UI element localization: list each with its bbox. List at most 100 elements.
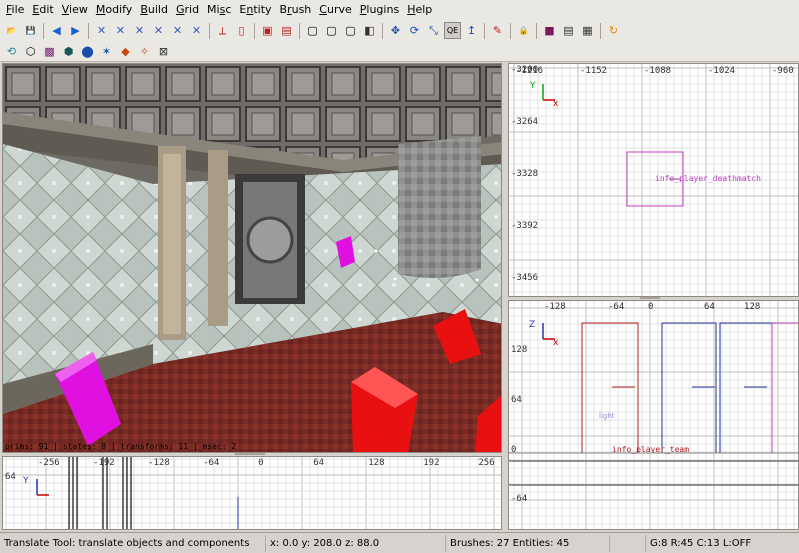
x-tick-label: -960 xyxy=(772,66,794,76)
menu-misc[interactable]: Misc xyxy=(203,0,235,20)
camera-view[interactable]: prims: 91 | states: 8 | transforms: 11 |… xyxy=(2,63,502,453)
scale-tool-icon[interactable]: ⤡ xyxy=(425,22,442,39)
menu-entity[interactable]: Entity xyxy=(235,0,275,20)
toggle-vertex-icon[interactable]: ⟲ xyxy=(3,43,20,60)
translate-tool-icon[interactable]: ✥ xyxy=(387,22,404,39)
toolbar-separator xyxy=(43,22,44,39)
menu-file[interactable]: File xyxy=(2,0,28,20)
x-tick-label: -128 xyxy=(148,458,170,468)
texture-view-icon[interactable]: ▩ xyxy=(41,43,58,60)
toolbar-separator xyxy=(484,22,485,39)
hollow-room-icon[interactable]: ▢ xyxy=(342,22,359,39)
flip-x-icon[interactable]: ✕ xyxy=(93,22,110,39)
bottom-ortho-view[interactable]: -256 -192 -128 -64 0 64 128 192 256 64 Y xyxy=(2,456,502,530)
xz-grid: -128 -64 0 64 128128640-64xZlightinfo_player… xyxy=(509,301,798,529)
y-axis-label: Y xyxy=(22,476,29,486)
y-tick-label: -3264 xyxy=(511,117,538,127)
camera-render xyxy=(3,64,501,452)
splitter-grip-left[interactable] xyxy=(235,453,265,455)
console-icon[interactable]: ▤ xyxy=(560,22,577,39)
flip-z-icon[interactable]: ✕ xyxy=(169,22,186,39)
menu-brush[interactable]: Brush xyxy=(276,0,316,20)
status-coordinates: x: 0.0 y: 208.0 z: 88.0 xyxy=(266,534,446,552)
x-tick-label: -1088 xyxy=(644,66,671,76)
main-toolbar: 📂 💾 ◀ ▶ ✕ ✕ ✕ ✕ ✕ ✕ ⟂ ▯ ▣ ▤ ▢ ▢ ▢ ◧ ✥ ⟳ ⤡ QE ↥ ✎ 🔒 ■ ▤ ▦ ↻ xyxy=(0,20,799,41)
filter-icon[interactable]: ⊠ xyxy=(155,43,172,60)
radiant-editor-window: File Edit View Modify Build Grid Misc Entity Bru… xyxy=(0,0,799,553)
toolbar-separator xyxy=(382,22,383,39)
x-tick-label: -64 xyxy=(203,458,219,468)
y-tick-label: -3392 xyxy=(511,221,538,231)
toolbar-separator xyxy=(209,22,210,39)
select-complete-tall-icon[interactable]: ⟂ xyxy=(214,22,231,39)
hollow-touch-icon[interactable]: ▢ xyxy=(323,22,340,39)
rotate-tool-icon[interactable]: ⟳ xyxy=(406,22,423,39)
camera-icon[interactable]: ⬤ xyxy=(79,43,96,60)
toolbar-separator xyxy=(254,22,255,39)
status-message: Translate Tool: translate objects and co… xyxy=(0,534,266,552)
menu-view[interactable]: View xyxy=(58,0,92,20)
rotate-y-icon[interactable]: ✕ xyxy=(150,22,167,39)
y-tick-label: -3328 xyxy=(511,169,538,179)
hollow-icon[interactable]: ▢ xyxy=(304,22,321,39)
redo-icon[interactable]: ▶ xyxy=(67,22,84,39)
y-tick-label: -3200 xyxy=(511,65,538,75)
drag-tool-icon[interactable]: ↥ xyxy=(463,22,480,39)
xz-side-view[interactable]: -128 -64 0 64 128 128 64 0 -64 x Zlight info_player… xyxy=(508,300,799,530)
x-tick-label: -64 xyxy=(608,302,624,312)
open-icon[interactable]: 📂 xyxy=(3,22,20,39)
select-touching-icon[interactable]: ▯ xyxy=(233,22,250,39)
xy-top-view[interactable]: -1216 -1152 -1088 -1024 -960 -3200 -3264 -3328-… xyxy=(508,63,799,297)
status-bar: Translate Tool: translate objects and co… xyxy=(0,532,799,553)
show-entities-icon[interactable]: ⬢ xyxy=(60,43,77,60)
texture-lock-icon[interactable]: ✎ xyxy=(489,22,506,39)
texture-browser-icon[interactable]: ▦ xyxy=(579,22,596,39)
x-axis-label: x xyxy=(553,338,559,348)
x-tick-label: 128 xyxy=(368,458,384,468)
menu-edit[interactable]: Edit xyxy=(28,0,57,20)
status-grid-info: G:8 R:45 C:13 L:OFF xyxy=(650,537,752,549)
x-tick-label: 192 xyxy=(423,458,439,468)
menu-plugins[interactable]: Plugins xyxy=(356,0,403,20)
lock-icon[interactable]: 🔒 xyxy=(515,22,532,39)
flip-y-icon[interactable]: ✕ xyxy=(131,22,148,39)
x-tick-label: 64 xyxy=(313,458,324,468)
select-grow-icon[interactable]: ✶ xyxy=(98,43,115,60)
x-tick-label: -1024 xyxy=(708,66,735,76)
z-axis-label: Z xyxy=(529,320,535,330)
secondary-toolbar: ⟲ ⬡ ▩ ⬢ ⬤ ✶ ◆ ✧ ⊠ xyxy=(0,41,799,62)
split-icon[interactable]: ✧ xyxy=(136,43,153,60)
x-tick-label: -1152 xyxy=(580,66,607,76)
x-tick-label: -128 xyxy=(544,302,566,312)
undo-icon[interactable]: ◀ xyxy=(48,22,65,39)
save-icon[interactable]: 💾 xyxy=(22,22,39,39)
menu-modify[interactable]: Modify xyxy=(92,0,136,20)
refresh-models-icon[interactable]: ↻ xyxy=(605,22,622,39)
splitter-grip-right[interactable] xyxy=(640,297,660,299)
menu-help[interactable]: Help xyxy=(403,0,436,20)
qe-tool-icon[interactable]: QE xyxy=(444,22,461,39)
z-tick-label: -64 xyxy=(511,494,527,504)
menu-grid[interactable]: Grid xyxy=(172,0,203,20)
toolbar-separator xyxy=(88,22,89,39)
rotate-z-icon[interactable]: ✕ xyxy=(188,22,205,39)
clipper-icon[interactable]: ◧ xyxy=(361,22,378,39)
bottom-grid: -256 -192 -128 -64 0 64 128 192 256 64 Y xyxy=(3,457,501,529)
x-tick-label: 64 xyxy=(704,302,715,312)
menu-curve[interactable]: Curve xyxy=(315,0,355,20)
z-tick-label: 128 xyxy=(511,345,527,355)
menu-build[interactable]: Build xyxy=(136,0,172,20)
move-down-icon[interactable]: ◆ xyxy=(117,43,134,60)
x-tick-label: 0 xyxy=(258,458,263,468)
csg-merge-icon[interactable]: ▤ xyxy=(278,22,295,39)
xy-grid: -1216 -1152 -1088 -1024 -960-3200-3264-3328-… xyxy=(509,64,798,296)
x-tick-label: 256 xyxy=(478,458,494,468)
x-tick-label: 0 xyxy=(648,302,653,312)
rotate-x-icon[interactable]: ✕ xyxy=(112,22,129,39)
csg-subtract-icon[interactable]: ▣ xyxy=(259,22,276,39)
menu-bar: File Edit View Modify Build Grid Misc Entity Bru… xyxy=(0,0,799,20)
y-axis-label: Y xyxy=(529,81,536,91)
patch-tool-icon[interactable]: ⬡ xyxy=(22,43,39,60)
x-axis-label: x xyxy=(553,99,559,109)
entities-icon[interactable]: ■ xyxy=(541,22,558,39)
